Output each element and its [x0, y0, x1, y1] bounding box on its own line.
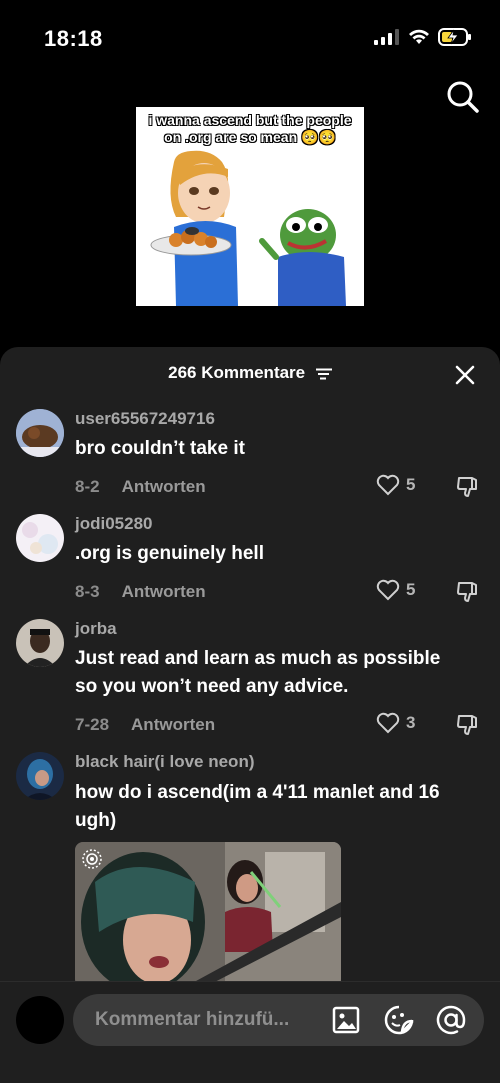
cellular-signal-icon — [374, 29, 399, 45]
comment-attached-image[interactable] — [75, 842, 341, 987]
comment-text-line-2: ugh) — [75, 810, 117, 831]
search-icon — [447, 81, 479, 113]
battery-charging-icon — [438, 28, 471, 46]
comment-username[interactable]: jorba — [75, 619, 117, 639]
avatar-image — [16, 514, 64, 562]
comment-input[interactable]: Kommentar hinzufü... — [73, 994, 484, 1046]
like-count: 5 — [406, 580, 416, 599]
thumbs-down-icon — [457, 715, 477, 735]
comment-username[interactable]: black hair(i love neon) — [75, 752, 255, 772]
heart-icon — [376, 474, 400, 496]
comment-text: bro couldn’t take it — [75, 438, 245, 459]
close-button[interactable] — [452, 362, 478, 388]
reply-button[interactable]: Antworten — [131, 715, 215, 735]
meme-caption: i wanna ascend but the people on .org ar… — [136, 112, 364, 146]
mention-button[interactable] — [435, 1004, 467, 1036]
status-bar: 18:18 — [0, 0, 500, 80]
comment-date: 8-3 — [75, 582, 100, 601]
comment-photo — [75, 842, 341, 987]
comment-count-label: 266 Kommentare — [168, 363, 306, 382]
video-thumbnail[interactable]: i wanna ascend but the people on .org ar… — [136, 107, 364, 306]
reply-button[interactable]: Antworten — [122, 477, 206, 497]
avatar[interactable] — [16, 619, 64, 667]
heart-icon — [376, 579, 400, 601]
comment-text-line-1: how do i ascend(im a 4'11 manlet and 16 — [75, 782, 440, 803]
comment-meta: 7-28 Antworten — [75, 715, 215, 735]
avatar[interactable] — [16, 514, 64, 562]
comment-text: Just read and learn as much as possible … — [75, 645, 485, 701]
meme-caption-line-2: on .org are so mean 🥺🥺 — [164, 129, 336, 145]
comment-username[interactable]: jodi05280 — [75, 514, 153, 534]
dislike-button[interactable] — [455, 712, 481, 738]
comment-input-placeholder: Kommentar hinzufü... — [95, 1009, 290, 1030]
comment-date: 8-2 — [75, 477, 100, 496]
close-icon — [455, 365, 475, 385]
meme-caption-line-1: i wanna ascend but the people — [148, 112, 352, 128]
status-time: 18:18 — [44, 26, 103, 51]
comment-meta: 8-3 Antworten — [75, 582, 206, 602]
my-avatar[interactable] — [16, 996, 64, 1044]
wifi-icon — [409, 29, 429, 44]
comment-text: .org is genuinely hell — [75, 543, 264, 564]
sort-filter-icon — [315, 368, 332, 380]
reply-button[interactable]: Antworten — [122, 582, 206, 602]
search-button[interactable] — [444, 78, 482, 116]
comment-text-line-2: so you won’t need any advice. — [75, 676, 349, 697]
comment-username[interactable]: user65567249716 — [75, 409, 215, 429]
thumbs-down-icon — [457, 477, 477, 497]
comment-input-bar: Kommentar hinzufü... — [0, 981, 500, 1083]
comment-item: user65567249716 bro couldn’t take it 8-2… — [0, 407, 500, 507]
image-icon — [332, 1006, 360, 1034]
avatar-image — [16, 409, 64, 457]
comment-text-line-1: Just read and learn as much as possible — [75, 648, 441, 669]
like-count: 5 — [406, 475, 416, 494]
dislike-button[interactable] — [455, 474, 481, 500]
status-icons — [374, 28, 472, 46]
dislike-button[interactable] — [455, 579, 481, 605]
like-button[interactable]: 3 — [376, 712, 415, 734]
heart-icon — [376, 712, 400, 734]
avatar-image — [16, 619, 64, 667]
avatar-image — [16, 752, 64, 800]
live-photo-icon — [82, 849, 102, 869]
emoji-sticker-icon — [384, 1005, 414, 1035]
comment-date: 7-28 — [75, 715, 110, 734]
like-button[interactable]: 5 — [376, 579, 415, 601]
comment-meta: 8-2 Antworten — [75, 477, 206, 497]
image-button[interactable] — [330, 1004, 362, 1036]
avatar[interactable] — [16, 752, 64, 800]
comments-header: 266 Kommentare — [0, 347, 500, 403]
comment-text: how do i ascend(im a 4'11 manlet and 16 … — [75, 779, 485, 835]
sticker-button[interactable] — [383, 1004, 415, 1036]
comment-count[interactable]: 266 Kommentare — [0, 363, 500, 383]
comment-item: jodi05280 .org is genuinely hell 8-3 Ant… — [0, 513, 500, 613]
like-count: 3 — [406, 713, 416, 732]
like-button[interactable]: 5 — [376, 474, 415, 496]
thumbs-down-icon — [457, 582, 477, 602]
at-mention-icon — [436, 1005, 466, 1035]
comment-item: jorba Just read and learn as much as pos… — [0, 618, 500, 748]
comments-sheet: 266 Kommentare user65567249716 bro could… — [0, 347, 500, 1083]
avatar[interactable] — [16, 409, 64, 457]
